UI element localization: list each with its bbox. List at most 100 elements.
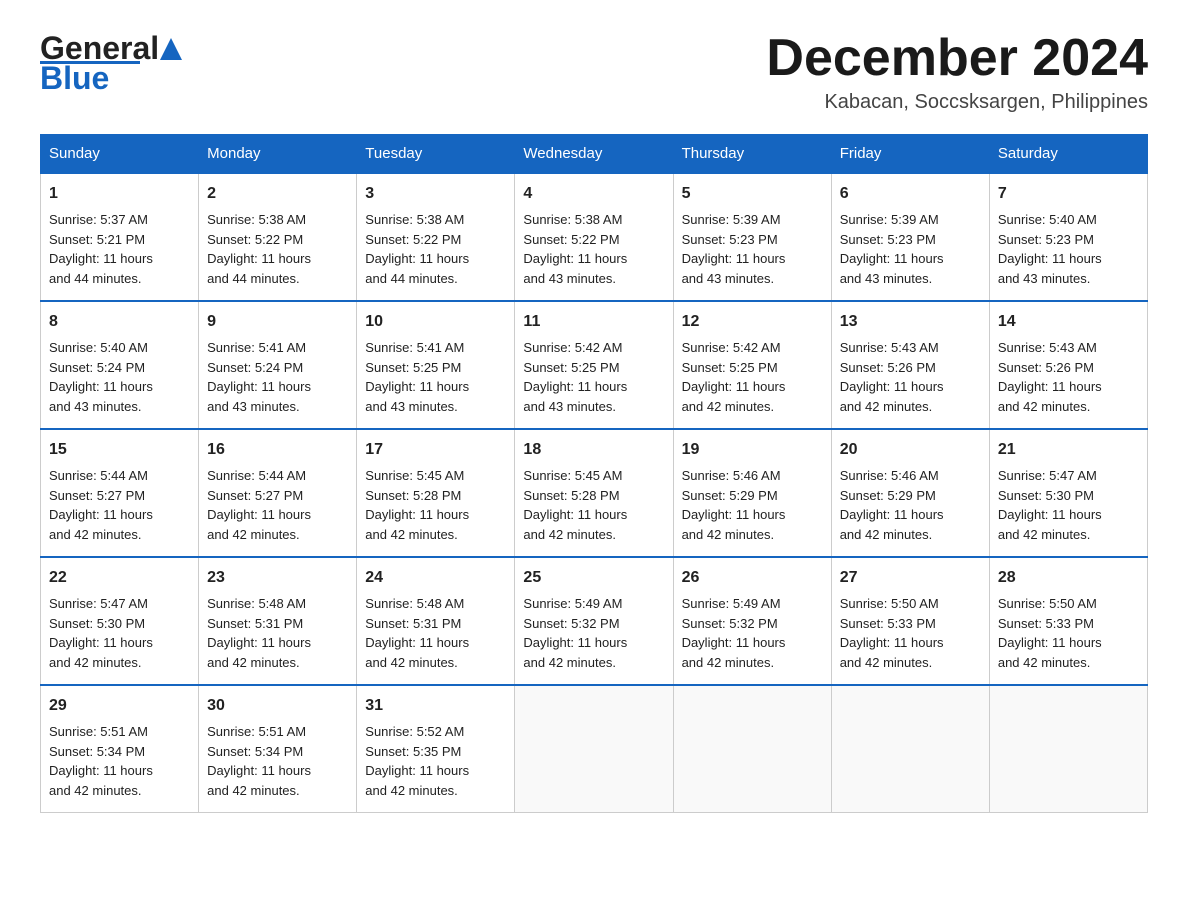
day-info: Sunrise: 5:52 AMSunset: 5:35 PMDaylight:… [365, 722, 506, 800]
calendar-week-1: 1 Sunrise: 5:37 AMSunset: 5:21 PMDaylight… [41, 173, 1148, 301]
day-info: Sunrise: 5:43 AMSunset: 5:26 PMDaylight:… [840, 338, 981, 416]
calendar-cell: 11 Sunrise: 5:42 AMSunset: 5:25 PMDayligh… [515, 301, 673, 429]
header-title-block: December 2024 Kabacan, Soccsksargen, Phi… [766, 30, 1148, 114]
day-number: 31 [365, 694, 506, 718]
calendar-cell: 6Sunrise: 5:39 AMSunset: 5:23 PMDaylight… [831, 173, 989, 301]
day-info: Sunrise: 5:49 AMSunset: 5:32 PMDaylight:… [523, 594, 664, 672]
calendar-cell: 10Sunrise: 5:41 AMSunset: 5:25 PMDayligh… [357, 301, 515, 429]
day-number: 11 [523, 310, 664, 334]
calendar-cell: 3 Sunrise: 5:38 AMSunset: 5:22 PMDaylight… [357, 173, 515, 301]
day-number: 23 [207, 566, 348, 590]
calendar-cell: 22Sunrise: 5:47 AMSunset: 5:30 PMDayligh… [41, 557, 199, 685]
day-number: 10 [365, 310, 506, 334]
day-number: 29 [49, 694, 190, 718]
calendar-cell: 27 Sunrise: 5:50 AMSunset: 5:33 PMDayligh… [831, 557, 989, 685]
calendar-cell: 21Sunrise: 5:47 AMSunset: 5:30 PMDayligh… [989, 429, 1147, 557]
calendar-cell [989, 685, 1147, 813]
day-info: Sunrise: 5:41 AMSunset: 5:24 PMDaylight:… [207, 338, 348, 416]
calendar-col-tuesday: Tuesday [357, 135, 515, 174]
calendar-cell: 16 Sunrise: 5:44 AMSunset: 5:27 PMDayligh… [199, 429, 357, 557]
day-info: Sunrise: 5:47 AMSunset: 5:30 PMDaylight:… [998, 466, 1139, 544]
day-info: Sunrise: 5:46 AMSunset: 5:29 PMDaylight:… [682, 466, 823, 544]
calendar-col-monday: Monday [199, 135, 357, 174]
logo-blue-text: Blue [40, 60, 109, 97]
calendar-col-saturday: Saturday [989, 135, 1147, 174]
calendar-cell: 29 Sunrise: 5:51 AMSunset: 5:34 PMDayligh… [41, 685, 199, 813]
calendar-cell: 1 Sunrise: 5:37 AMSunset: 5:21 PMDaylight… [41, 173, 199, 301]
calendar-cell [831, 685, 989, 813]
day-info: Sunrise: 5:48 AMSunset: 5:31 PMDaylight:… [207, 594, 348, 672]
day-number: 4 [523, 182, 664, 206]
calendar-cell: 31 Sunrise: 5:52 AMSunset: 5:35 PMDayligh… [357, 685, 515, 813]
calendar-week-2: 8Sunrise: 5:40 AMSunset: 5:24 PMDaylight… [41, 301, 1148, 429]
calendar-cell: 5 Sunrise: 5:39 AMSunset: 5:23 PMDaylight… [673, 173, 831, 301]
day-number: 8 [49, 310, 190, 334]
day-number: 12 [682, 310, 823, 334]
calendar-body: 1 Sunrise: 5:37 AMSunset: 5:21 PMDaylight… [41, 173, 1148, 813]
day-info: Sunrise: 5:50 AMSunset: 5:33 PMDaylight:… [840, 594, 981, 672]
day-number: 1 [49, 182, 190, 206]
calendar-cell: 7 Sunrise: 5:40 AMSunset: 5:23 PMDaylight… [989, 173, 1147, 301]
calendar-cell [673, 685, 831, 813]
day-info: Sunrise: 5:47 AMSunset: 5:30 PMDaylight:… [49, 594, 190, 672]
day-info: Sunrise: 5:39 AMSunset: 5:23 PMDaylight:… [682, 210, 823, 288]
day-number: 15 [49, 438, 190, 462]
day-number: 28 [998, 566, 1139, 590]
calendar-table: SundayMondayTuesdayWednesdayThursdayFrid… [40, 134, 1148, 813]
calendar-cell: 19Sunrise: 5:46 AMSunset: 5:29 PMDayligh… [673, 429, 831, 557]
day-number: 25 [523, 566, 664, 590]
calendar-cell: 28 Sunrise: 5:50 AMSunset: 5:33 PMDayligh… [989, 557, 1147, 685]
calendar-col-friday: Friday [831, 135, 989, 174]
calendar-cell: 24Sunrise: 5:48 AMSunset: 5:31 PMDayligh… [357, 557, 515, 685]
day-info: Sunrise: 5:45 AMSunset: 5:28 PMDaylight:… [523, 466, 664, 544]
day-number: 24 [365, 566, 506, 590]
month-title: December 2024 [766, 30, 1148, 87]
day-number: 16 [207, 438, 348, 462]
day-number: 18 [523, 438, 664, 462]
calendar-cell: 9 Sunrise: 5:41 AMSunset: 5:24 PMDaylight… [199, 301, 357, 429]
day-info: Sunrise: 5:42 AMSunset: 5:25 PMDaylight:… [682, 338, 823, 416]
day-info: Sunrise: 5:38 AMSunset: 5:22 PMDaylight:… [365, 210, 506, 288]
day-info: Sunrise: 5:51 AMSunset: 5:34 PMDaylight:… [49, 722, 190, 800]
day-number: 14 [998, 310, 1139, 334]
calendar-cell: 4 Sunrise: 5:38 AMSunset: 5:22 PMDaylight… [515, 173, 673, 301]
day-number: 13 [840, 310, 981, 334]
calendar-cell [515, 685, 673, 813]
day-number: 7 [998, 182, 1139, 206]
calendar-cell: 2 Sunrise: 5:38 AMSunset: 5:22 PMDaylight… [199, 173, 357, 301]
calendar-cell: 25 Sunrise: 5:49 AMSunset: 5:32 PMDayligh… [515, 557, 673, 685]
day-number: 20 [840, 438, 981, 462]
day-info: Sunrise: 5:42 AMSunset: 5:25 PMDaylight:… [523, 338, 664, 416]
day-info: Sunrise: 5:37 AMSunset: 5:21 PMDaylight:… [49, 210, 190, 288]
calendar-cell: 12 Sunrise: 5:42 AMSunset: 5:25 PMDayligh… [673, 301, 831, 429]
calendar-cell: 15 Sunrise: 5:44 AMSunset: 5:27 PMDayligh… [41, 429, 199, 557]
day-number: 30 [207, 694, 348, 718]
calendar-cell: 13 Sunrise: 5:43 AMSunset: 5:26 PMDayligh… [831, 301, 989, 429]
day-number: 9 [207, 310, 348, 334]
calendar-week-3: 15 Sunrise: 5:44 AMSunset: 5:27 PMDayligh… [41, 429, 1148, 557]
calendar-cell: 30 Sunrise: 5:51 AMSunset: 5:34 PMDayligh… [199, 685, 357, 813]
calendar-col-sunday: Sunday [41, 135, 199, 174]
day-info: Sunrise: 5:51 AMSunset: 5:34 PMDaylight:… [207, 722, 348, 800]
day-info: Sunrise: 5:40 AMSunset: 5:23 PMDaylight:… [998, 210, 1139, 288]
day-info: Sunrise: 5:50 AMSunset: 5:33 PMDaylight:… [998, 594, 1139, 672]
calendar-week-4: 22Sunrise: 5:47 AMSunset: 5:30 PMDayligh… [41, 557, 1148, 685]
logo: General Blue [40, 30, 183, 97]
page-header: General Blue December 2024 Kabacan, Socc… [40, 30, 1148, 114]
location-subtitle: Kabacan, Soccsksargen, Philippines [766, 91, 1148, 114]
day-number: 27 [840, 566, 981, 590]
day-number: 26 [682, 566, 823, 590]
day-info: Sunrise: 5:45 AMSunset: 5:28 PMDaylight:… [365, 466, 506, 544]
calendar-cell: 8Sunrise: 5:40 AMSunset: 5:24 PMDaylight… [41, 301, 199, 429]
day-number: 2 [207, 182, 348, 206]
calendar-cell: 14Sunrise: 5:43 AMSunset: 5:26 PMDayligh… [989, 301, 1147, 429]
day-info: Sunrise: 5:38 AMSunset: 5:22 PMDaylight:… [523, 210, 664, 288]
calendar-week-5: 29 Sunrise: 5:51 AMSunset: 5:34 PMDayligh… [41, 685, 1148, 813]
calendar-cell: 17Sunrise: 5:45 AMSunset: 5:28 PMDayligh… [357, 429, 515, 557]
day-number: 5 [682, 182, 823, 206]
day-info: Sunrise: 5:38 AMSunset: 5:22 PMDaylight:… [207, 210, 348, 288]
day-info: Sunrise: 5:44 AMSunset: 5:27 PMDaylight:… [49, 466, 190, 544]
day-number: 3 [365, 182, 506, 206]
logo-triangle-icon [160, 38, 182, 60]
day-info: Sunrise: 5:44 AMSunset: 5:27 PMDaylight:… [207, 466, 348, 544]
